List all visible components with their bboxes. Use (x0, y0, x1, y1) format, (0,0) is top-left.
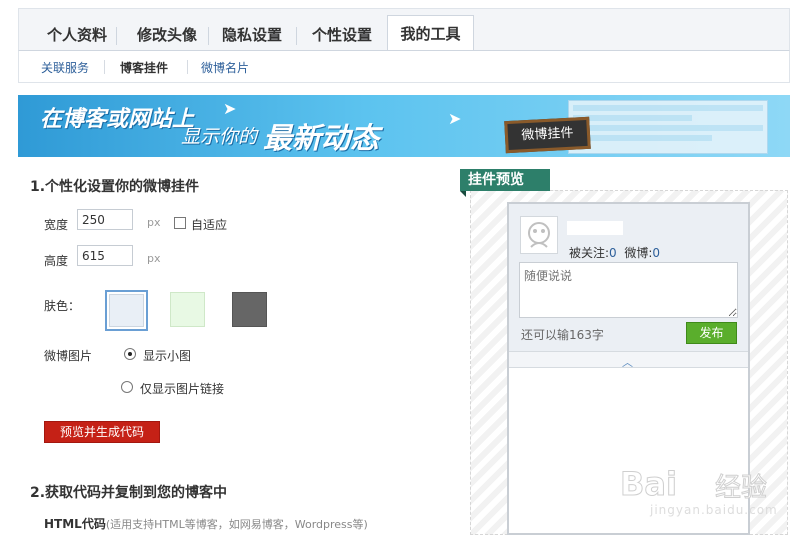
widget-sign: 微博挂件 (504, 116, 591, 154)
tab-divider (296, 27, 297, 45)
preview-generate-button[interactable]: 预览并生成代码 (44, 421, 160, 443)
skin-swatch-dark-gray[interactable] (232, 292, 267, 327)
avatar (520, 216, 558, 254)
banner-emphasis: 最新动态 (263, 121, 380, 155)
default-avatar-icon (528, 222, 550, 248)
html-code-title: HTML代码 (44, 517, 106, 531)
weibo-count[interactable]: 0 (652, 246, 660, 260)
subnav-divider (104, 60, 105, 74)
width-input[interactable] (77, 209, 133, 230)
subnav-divider (187, 60, 188, 74)
pic-label: 微博图片 (44, 349, 93, 363)
height-label: 高度 (44, 254, 69, 268)
height-unit: px (147, 252, 161, 265)
page: 个人资料 修改头像 隐私设置 个性设置 我的工具 关联服务 博客挂件 微博名片 … (0, 0, 802, 535)
banner-headline: 在博客或网站上 (40, 107, 195, 132)
skin-swatch-light-green[interactable] (170, 292, 205, 327)
tab-divider (116, 27, 117, 45)
watermark-url: jingyan.baidu.com (650, 503, 778, 517)
post-textarea[interactable] (519, 262, 738, 318)
user-stats: 被关注:0 微博:0 (569, 244, 660, 261)
tab-divider (208, 27, 209, 45)
tab-avatar[interactable]: 修改头像 (127, 19, 207, 51)
section1-title: 1.个性化设置你的微博挂件 (30, 179, 200, 195)
auto-fit-label: 自适应 (191, 218, 228, 232)
weibo-label: 微博: (624, 246, 653, 260)
subnav-blog-widget[interactable]: 博客挂件 (120, 59, 168, 76)
watermark-brand: Bai (620, 465, 678, 504)
html-code-note: (适用支持HTML等博客，如网易博客，Wordpress等) (105, 518, 368, 531)
preview-tag: 挂件预览 (460, 169, 550, 197)
tab-bar: 个人资料 修改头像 隐私设置 个性设置 我的工具 (18, 8, 790, 52)
tab-profile[interactable]: 个人资料 (41, 19, 113, 51)
paper-plane-icon: ➤ (448, 109, 462, 128)
width-label: 宽度 (44, 218, 69, 232)
skin-label: 肤色： (44, 299, 81, 313)
char-counter: 还可以输163字 (521, 328, 604, 342)
followers-label: 被关注: (569, 246, 610, 260)
link-only-label: 仅显示图片链接 (140, 382, 225, 396)
chevron-up-icon[interactable]: ︿ (622, 354, 633, 370)
collapse-bar[interactable]: ︿ (509, 351, 748, 370)
show-thumbnail-label: 显示小图 (143, 349, 192, 363)
publish-button[interactable]: 发布 (686, 322, 737, 344)
promo-banner: 在博客或网站上 显示你的 最新动态 ➤ ➤ 微博挂件 (18, 95, 790, 157)
banner-screenshot (568, 100, 768, 154)
tab-my-tools[interactable]: 我的工具 (387, 15, 474, 52)
sub-navigation: 关联服务 博客挂件 微博名片 (18, 50, 790, 83)
widget-header: 被关注:0 微博:0 还可以输163字 发布 (509, 204, 748, 352)
subnav-weibo-card[interactable]: 微博名片 (201, 59, 249, 76)
followers-count[interactable]: 0 (609, 246, 617, 260)
tab-privacy[interactable]: 隐私设置 (216, 19, 288, 51)
auto-fit-checkbox[interactable] (174, 217, 186, 229)
paper-plane-icon: ➤ (223, 99, 237, 118)
section2-title: 2.获取代码并复制到您的博客中 (30, 485, 228, 501)
height-input[interactable] (77, 245, 133, 266)
skin-swatch-light-blue[interactable] (105, 290, 148, 331)
width-unit: px (147, 216, 161, 229)
baidu-watermark: Bai 经验 jingyan.baidu.com (620, 445, 780, 520)
banner-subline: 显示你的 (181, 126, 258, 148)
link-only-radio[interactable] (121, 381, 133, 393)
username-placeholder (567, 221, 623, 235)
subnav-linked-services[interactable]: 关联服务 (41, 59, 89, 76)
tab-personal[interactable]: 个性设置 (306, 19, 378, 51)
watermark-cn: 经验 (714, 473, 768, 504)
show-thumbnail-radio[interactable] (124, 348, 136, 360)
html-code-label: HTML代码(适用支持HTML等博客，如网易博客，Wordpress等) (44, 515, 368, 532)
